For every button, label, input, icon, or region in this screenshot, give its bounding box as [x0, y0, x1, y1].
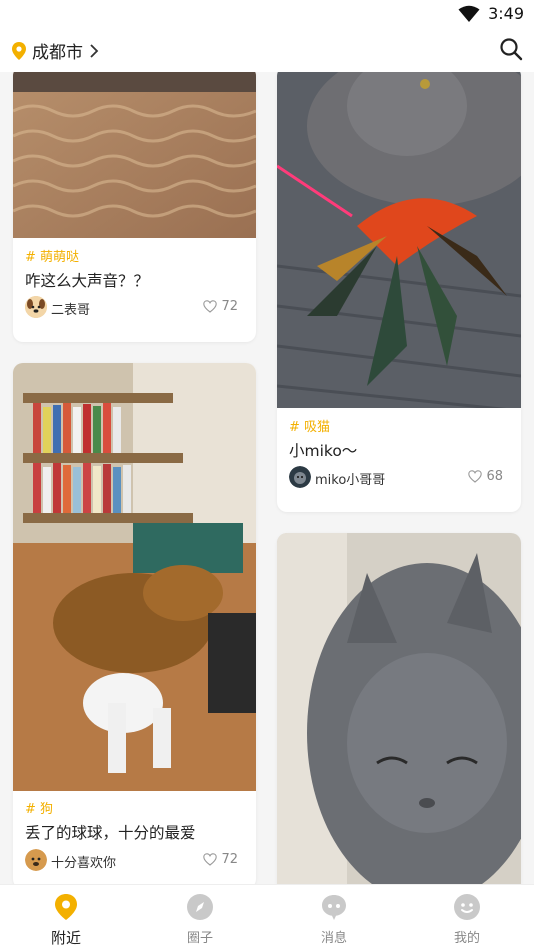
post-tag[interactable]: # 萌萌哒	[25, 246, 79, 265]
like-button[interactable]: 72	[203, 299, 238, 314]
heart-icon	[203, 300, 218, 313]
top-bar: 成都市	[0, 30, 534, 72]
wifi-icon	[458, 5, 480, 22]
post-card[interactable]: # 狗 丢了的球球，十分的最爱 十分喜欢你 72	[13, 363, 256, 884]
post-image	[13, 72, 256, 238]
location-pin-icon	[12, 41, 26, 60]
like-count: 72	[221, 299, 238, 314]
city-label: 成都市	[32, 43, 83, 63]
cat-avatar-icon	[289, 466, 311, 488]
tab-label: 圈子	[186, 931, 213, 946]
post-image	[277, 72, 521, 408]
heart-icon	[203, 853, 218, 866]
post-image	[277, 533, 521, 884]
author-name: miko小哥哥	[315, 473, 386, 488]
smiley-icon	[454, 894, 480, 920]
tab-label: 附近	[50, 929, 81, 947]
author-name: 十分喜欢你	[51, 856, 117, 871]
post-title: 丢了的球球，十分的最爱	[25, 824, 196, 842]
search-icon[interactable]	[498, 36, 524, 62]
post-tag[interactable]: # 狗	[25, 798, 53, 817]
avatar[interactable]	[25, 296, 47, 318]
heart-icon	[468, 470, 483, 483]
post-tag[interactable]: # 吸猫	[289, 416, 330, 435]
post-card[interactable]: # 吸猫 小miko～ miko小哥哥 68	[277, 72, 521, 512]
like-button[interactable]: 68	[468, 469, 503, 484]
tab-label: 消息	[320, 931, 347, 946]
author-name: 二表哥	[51, 303, 91, 318]
compass-icon	[187, 894, 213, 920]
avatar[interactable]	[289, 466, 311, 488]
bottom-tab-bar: 附近 圈子 消息 我的	[0, 884, 534, 950]
dog-avatar-icon	[25, 296, 47, 318]
tab-circle[interactable]: 圈子	[160, 893, 240, 946]
location-selector[interactable]: 成都市	[12, 38, 99, 63]
chevron-right-icon	[90, 43, 99, 58]
like-count: 72	[221, 852, 238, 867]
status-bar: 3:49	[0, 0, 534, 30]
tab-messages[interactable]: 消息	[294, 893, 374, 946]
avatar[interactable]	[25, 849, 47, 871]
dog-avatar-icon	[25, 849, 47, 871]
post-card[interactable]	[277, 533, 521, 884]
like-button[interactable]: 72	[203, 852, 238, 867]
tab-nearby[interactable]: 附近	[26, 893, 106, 948]
status-time: 3:49	[488, 4, 524, 23]
post-title: 咋这么大声音？？	[25, 272, 150, 290]
tab-profile[interactable]: 我的	[427, 893, 507, 946]
feed-grid: # 萌萌哒 咋这么大声音？？ 二表哥 72 # 狗 丢了的球球，十分的最爱 十分…	[0, 72, 534, 884]
tab-label: 我的	[453, 931, 480, 946]
post-title: 小miko～	[289, 442, 358, 460]
like-count: 68	[486, 469, 503, 484]
post-card[interactable]: # 萌萌哒 咋这么大声音？？ 二表哥 72	[13, 72, 256, 342]
chat-icon	[322, 895, 346, 920]
location-pin-icon	[55, 894, 77, 920]
status-right: 3:49	[458, 4, 524, 23]
post-image	[13, 363, 256, 791]
